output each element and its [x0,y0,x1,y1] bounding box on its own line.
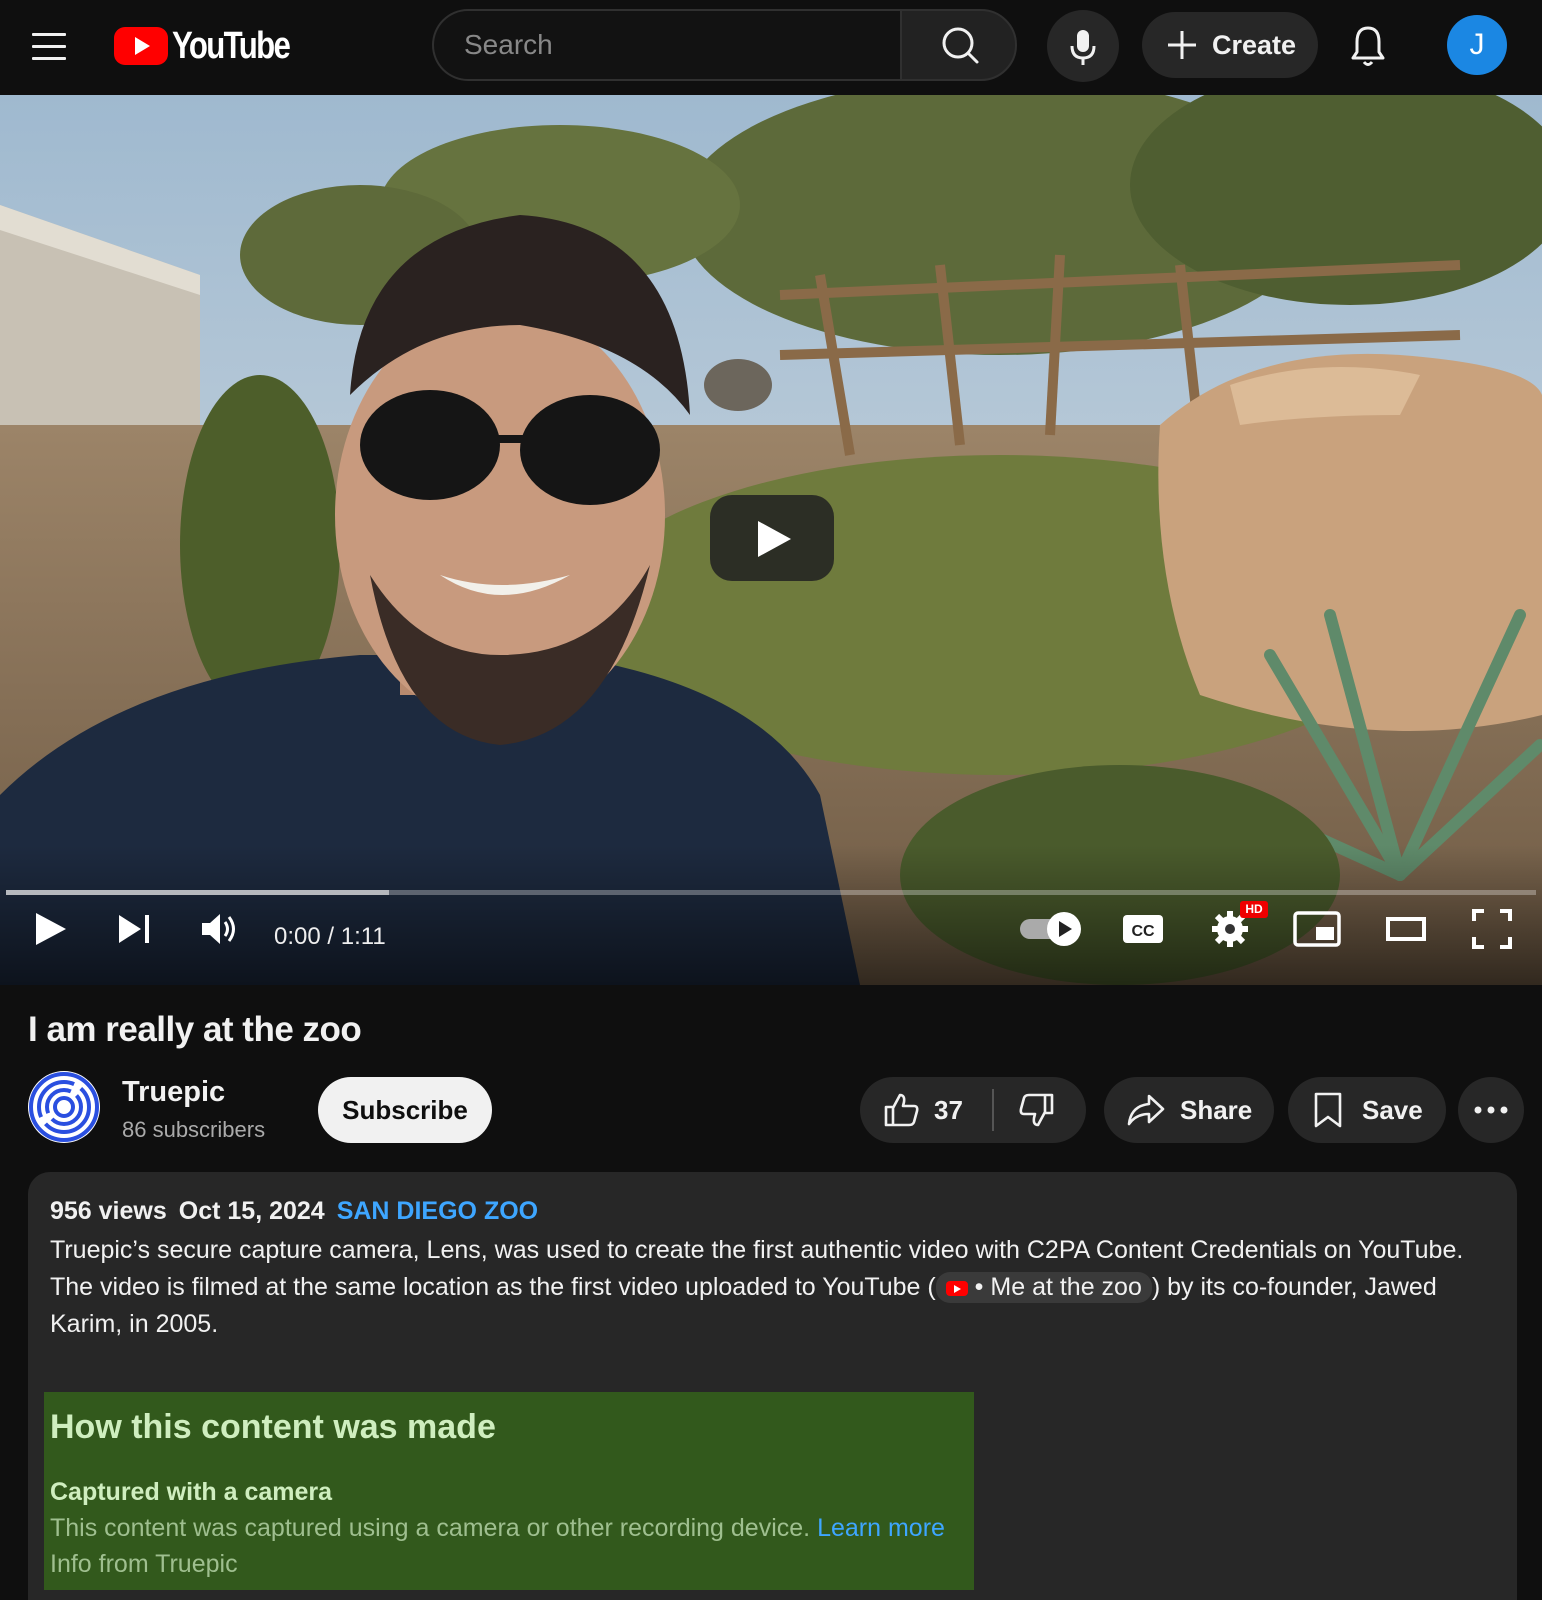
voice-search-button[interactable] [1047,10,1119,82]
bell-icon [1351,26,1385,66]
linked-video-title: Me at the zoo [990,1273,1142,1301]
description-line-1: Truepic’s secure capture camera, Lens, w… [50,1236,1464,1264]
bookmark-icon [1314,1092,1342,1128]
theater-mode-icon[interactable] [1384,907,1428,951]
video-title: I am really at the zoo [28,1010,362,1049]
autoplay-toggle-icon[interactable] [1018,907,1084,951]
microphone-icon [1070,30,1096,65]
provenance-text-row: This content was captured using a camera… [50,1514,945,1543]
logo-text: YouTube [172,24,291,67]
search-icon [942,27,979,64]
notifications-button[interactable] [1340,18,1396,74]
more-actions-button[interactable] [1458,1077,1524,1143]
upload-date: Oct 15, 2024 [178,1197,325,1225]
captions-icon[interactable]: CC [1120,907,1166,951]
fullscreen-icon[interactable] [1470,907,1514,951]
hd-badge: HD [1240,901,1268,918]
more-horizontal-icon [1474,1106,1508,1114]
buffered-progress [6,890,389,895]
linked-video-chip[interactable]: • Me at the zoo [935,1272,1152,1303]
svg-text:CC: CC [1131,923,1155,940]
youtube-small-icon [945,1281,968,1296]
search-input[interactable] [434,11,902,79]
miniplayer-icon[interactable] [1292,907,1342,951]
youtube-logo[interactable]: YouTube [114,24,315,68]
search-box [432,9,902,81]
learn-more-link[interactable]: Learn more [817,1514,945,1542]
create-button[interactable]: Create [1142,12,1318,78]
youtube-play-logo-icon [114,27,168,65]
provenance-title: How this content was made [50,1408,496,1446]
location-tag[interactable]: SAN DIEGO ZOO [337,1197,538,1225]
large-play-button[interactable] [710,495,834,581]
search-button[interactable] [900,9,1017,81]
chip-dot: • [974,1273,984,1301]
description-text: Truepic’s secure capture camera, Lens, w… [50,1232,1510,1343]
thumbs-down-icon [1019,1093,1054,1127]
subscriber-count: 86 subscribers [122,1117,266,1142]
save-label: Save [1362,1094,1423,1125]
time-display: 0:00 / 1:11 [274,923,386,951]
volume-icon[interactable] [198,907,242,951]
channel-avatar[interactable] [28,1071,100,1143]
save-button[interactable]: Save [1288,1077,1446,1143]
user-avatar[interactable]: J [1447,15,1507,75]
provenance-subtitle: Captured with a camera [50,1478,333,1506]
like-count: 37 [934,1094,963,1125]
dislike-button[interactable] [994,1077,1086,1143]
like-button[interactable]: 37 [860,1077,994,1143]
like-dislike-group: 37 [860,1077,1086,1143]
create-label: Create [1212,29,1297,60]
time-separator: / [327,923,335,950]
next-video-icon[interactable] [115,909,155,949]
truepic-logo-icon [29,1072,99,1142]
share-button[interactable]: Share [1104,1077,1274,1143]
thumbs-up-icon [884,1093,919,1127]
view-count: 956 views [50,1197,167,1225]
description-line-2-start: The video is filmed at the same location… [50,1273,936,1301]
menu-icon[interactable] [28,26,70,66]
provenance-text: This content was captured using a camera… [50,1514,811,1542]
video-meta: 956 views Oct 15, 2024 SAN DIEGO ZOO [50,1197,538,1226]
plus-icon [1168,31,1196,59]
provenance-info: Info from Truepic [50,1550,238,1578]
play-icon[interactable] [30,909,70,949]
content-provenance-panel: How this content was made Captured with … [44,1392,974,1590]
subscribe-button[interactable]: Subscribe [318,1077,492,1143]
description-box[interactable]: 956 views Oct 15, 2024 SAN DIEGO ZOO Truep… [28,1172,1517,1600]
video-player[interactable]: 0:00 / 1:11 CC HD [0,95,1542,985]
channel-name[interactable]: Truepic [122,1076,225,1109]
share-arrow-icon [1127,1094,1165,1126]
current-time: 0:00 [274,923,321,950]
share-label: Share [1180,1094,1253,1125]
progress-bar[interactable] [6,890,1536,895]
total-time: 1:11 [340,923,386,950]
top-bar: YouTube Create J [0,0,1542,95]
